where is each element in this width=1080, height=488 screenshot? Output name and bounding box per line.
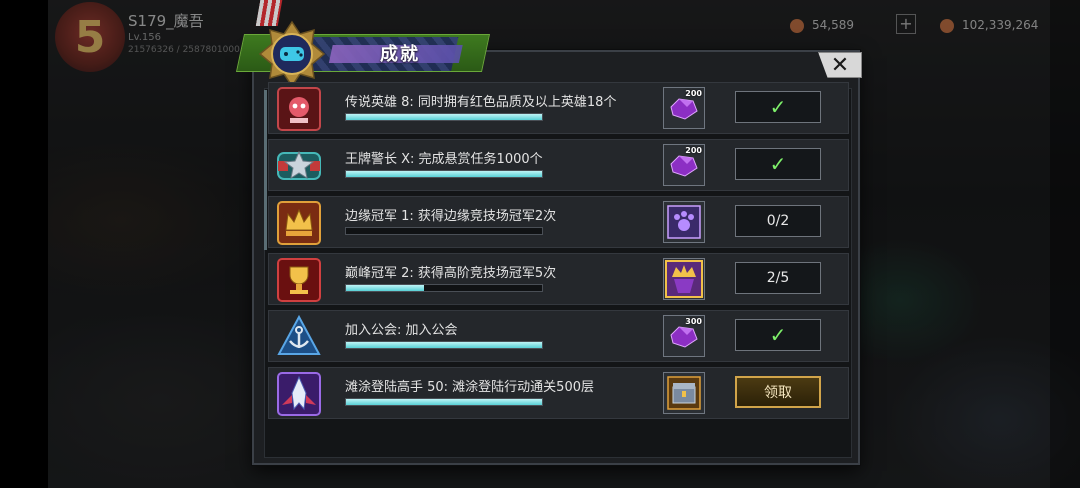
screen-right-edge xyxy=(1050,0,1080,488)
progress-bar xyxy=(345,227,543,235)
achievement-row: 巅峰冠军 2: 获得高阶竞技场冠军5次 2/5 xyxy=(268,253,849,305)
player-avatar[interactable]: 5 xyxy=(55,2,125,72)
achievement-name: 边缘冠军 1: 获得边缘竞技场冠军2次 xyxy=(345,209,557,224)
progress-bar xyxy=(345,170,543,178)
claim-button[interactable]: 领取 xyxy=(735,376,821,408)
achievement-row: 滩涂登陆高手 50: 滩涂登陆行动通关500层 领取 xyxy=(268,367,849,419)
achievement-name: 滩涂登陆高手 50: 滩涂登陆行动通关500层 xyxy=(345,380,594,395)
progress-fill xyxy=(346,342,542,348)
dialog-title: 成就 xyxy=(380,44,420,65)
progress-bar xyxy=(345,284,543,292)
silver-icon xyxy=(940,18,954,33)
crown-frame-icon xyxy=(665,260,703,298)
progress-fill xyxy=(346,399,542,405)
reward-slot[interactable]: 200 xyxy=(663,144,705,186)
add-gold-button[interactable]: + xyxy=(896,14,916,34)
screen-left-edge xyxy=(0,0,48,488)
achievement-row: 边缘冠军 1: 获得边缘竞技场冠军2次 0/2 xyxy=(268,196,849,248)
reward-slot[interactable] xyxy=(663,201,705,243)
achievement-name: 加入公会: 加入公会 xyxy=(345,323,458,338)
progress-fill xyxy=(346,114,542,120)
progress-bar xyxy=(345,113,543,121)
progress-bar xyxy=(345,398,543,406)
sheriff-badge-icon xyxy=(275,143,323,189)
guild-anchor-icon xyxy=(275,314,323,360)
reward-quantity: 300 xyxy=(685,317,702,326)
progress-fill xyxy=(346,285,425,291)
completed-status: ✓ xyxy=(735,148,821,180)
achievement-name: 巅峰冠军 2: 获得高阶竞技场冠军5次 xyxy=(345,266,557,281)
achievement-row: 加入公会: 加入公会 300 ✓ xyxy=(268,310,849,362)
player-name: S179_魔吾 xyxy=(128,12,204,30)
gold-icon xyxy=(790,18,804,33)
supply-chest-icon xyxy=(667,376,701,410)
progress-status: 0/2 xyxy=(735,205,821,237)
player-ids: 21576326 / 2587801000 xyxy=(128,45,240,55)
achievement-row: 传说英雄 8: 同时拥有红色品质及以上英雄18个 200 ✓ xyxy=(268,82,849,134)
completed-status: ✓ xyxy=(735,319,821,351)
reward-slot[interactable] xyxy=(663,372,705,414)
completed-status: ✓ xyxy=(735,91,821,123)
gold-resource: 54,589 xyxy=(790,18,854,33)
beach-landing-icon xyxy=(275,371,323,417)
paw-badge-icon xyxy=(667,205,701,239)
reward-quantity: 200 xyxy=(685,89,702,98)
scrollbar[interactable] xyxy=(264,90,267,250)
checkmark-icon: ✓ xyxy=(769,323,787,347)
achievement-name: 王牌警长 X: 完成悬赏任务1000个 xyxy=(345,152,543,167)
checkmark-icon: ✓ xyxy=(769,95,787,119)
reward-slot[interactable] xyxy=(663,258,705,300)
reward-slot[interactable]: 300 xyxy=(663,315,705,357)
achievement-medal-icon xyxy=(258,20,326,88)
silver-resource: 102,339,264 xyxy=(940,18,1038,33)
checkmark-icon: ✓ xyxy=(769,152,787,176)
legend-hero-icon xyxy=(275,86,323,132)
reward-slot[interactable]: 200 xyxy=(663,87,705,129)
progress-status: 2/5 xyxy=(735,262,821,294)
achievement-row: 王牌警长 X: 完成悬赏任务1000个 200 ✓ xyxy=(268,139,849,191)
progress-bar xyxy=(345,341,543,349)
player-level: Lv.156 xyxy=(128,32,161,43)
edge-champion-icon xyxy=(275,200,323,246)
reward-quantity: 200 xyxy=(685,146,702,155)
peak-champion-icon xyxy=(275,257,323,303)
achievement-name: 传说英雄 8: 同时拥有红色品质及以上英雄18个 xyxy=(345,95,617,110)
progress-fill xyxy=(346,171,542,177)
